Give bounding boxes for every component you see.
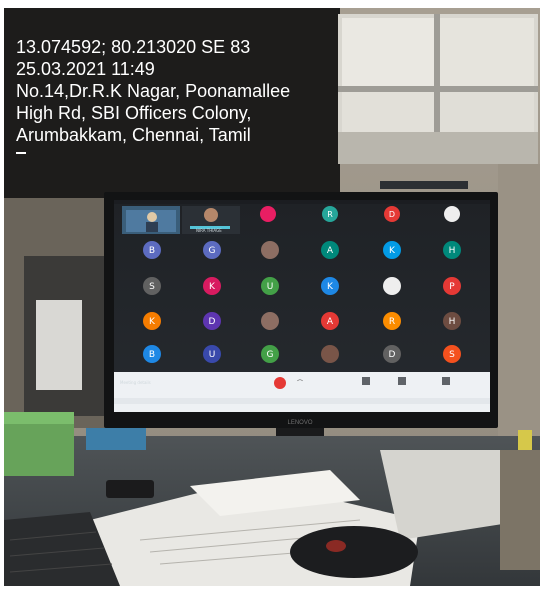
stamp-address-line-1: No.14,Dr.R.K Nagar, Poonamallee [16, 81, 291, 101]
blue-box [86, 428, 146, 450]
stamp-coordinates: 13.074592; 80.213020 SE 83 [16, 37, 251, 57]
participant-avatar [261, 312, 279, 330]
right-wall [498, 164, 540, 444]
participant-initial: P [449, 282, 455, 292]
window [338, 14, 538, 164]
monitor: NIRA THIAGE Meeting details ⌒ LENOVO [104, 181, 498, 428]
participant-initial: D [209, 317, 216, 327]
stamp-datetime: 25.03.2021 11:49 [16, 59, 155, 79]
participant-initial: R [389, 317, 395, 327]
stamp-address-line-2: High Rd, SBI Officers Colony, [16, 103, 252, 123]
participant-initial: H [449, 246, 456, 256]
participant-avatar [383, 277, 401, 295]
meeting-top-bar [114, 200, 490, 204]
mouse [290, 526, 418, 578]
participant-initial: D [389, 350, 396, 360]
participant-initial: B [149, 246, 155, 256]
green-box [4, 412, 74, 476]
end-call-icon [274, 377, 286, 389]
participant-initial: H [449, 317, 456, 327]
participant-initial: U [267, 282, 274, 292]
participant-avatar [321, 345, 339, 363]
participant-initial: G [267, 350, 274, 360]
participant-initial: D [389, 210, 395, 219]
meeting-control-bar [114, 372, 490, 412]
geotag-stamp: 13.074592; 80.213020 SE 83 25.03.2021 11… [16, 36, 346, 146]
svg-text:Meeting details: Meeting details [120, 380, 151, 385]
stamp-address-line-3: Arumbakkam, Chennai, Tamil [16, 125, 251, 145]
participant-initial: R [327, 210, 333, 219]
participant-initial: A [327, 317, 334, 327]
participant-initial: S [449, 350, 455, 360]
participant-initial: A [327, 246, 334, 256]
svg-text:NIRA THIAGE: NIRA THIAGE [196, 228, 222, 233]
participant-initial: U [209, 350, 216, 360]
participant-initial: G [209, 246, 216, 256]
participant-avatar [260, 206, 276, 222]
participant-avatar [444, 206, 460, 222]
participant-initial: S [149, 282, 155, 292]
monitor-brand: LENOVO [287, 420, 312, 426]
participant-initial: B [149, 350, 155, 360]
svg-text:⌒: ⌒ [297, 380, 303, 387]
stamp-underline [16, 152, 26, 154]
participant-avatar [261, 241, 279, 259]
charger [106, 480, 154, 498]
